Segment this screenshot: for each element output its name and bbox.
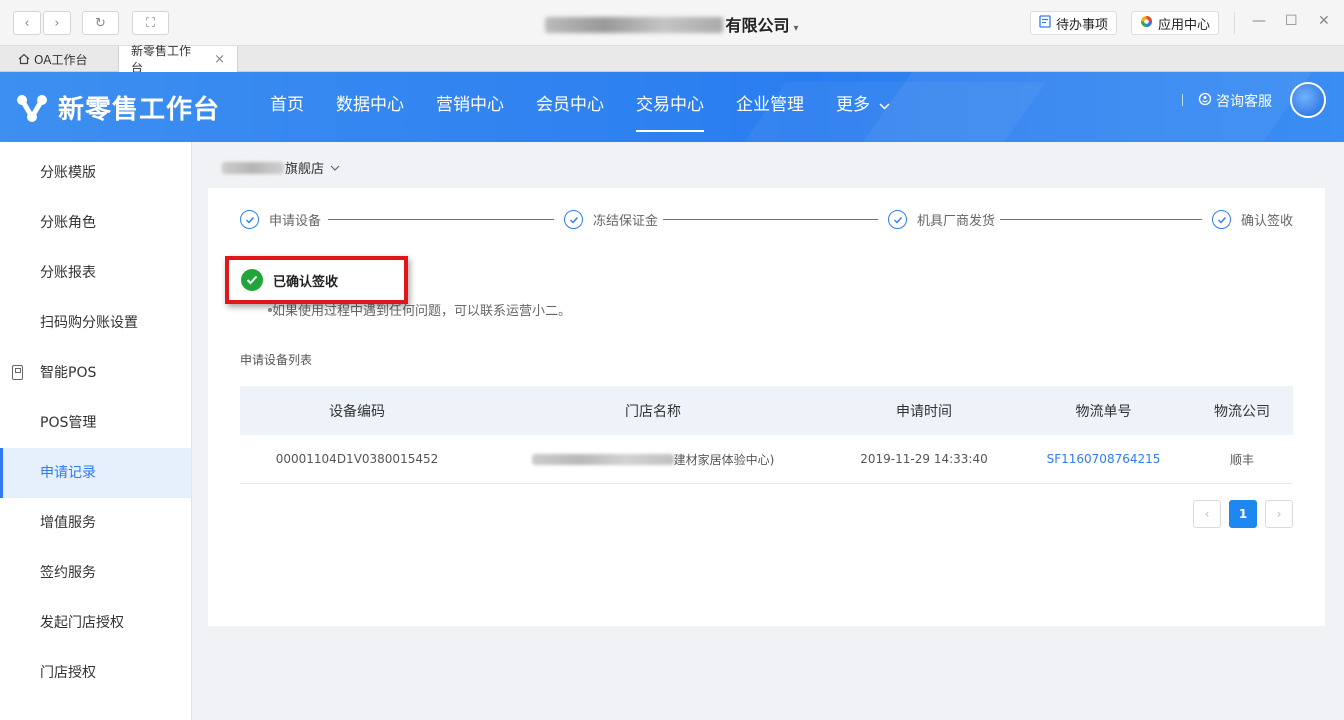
todo-icon: [1039, 14, 1051, 32]
sidebar-item-value-added[interactable]: 增值服务: [0, 498, 191, 548]
step-connector: [1000, 219, 1202, 220]
status-confirmed-highlight: 已确认签收: [225, 256, 408, 304]
company-name-redacted: [545, 17, 724, 33]
cell-apply-time: 2019-11-29 14:33:40: [860, 452, 988, 466]
step-freeze-deposit: 冻结保证金: [564, 210, 658, 229]
help-tip-text: 如果使用过程中遇到任何问题，可以联系运营小二。: [272, 304, 572, 319]
prev-page-button[interactable]: ‹: [1193, 500, 1221, 528]
tab-oa-workbench[interactable]: OA工作台: [6, 46, 99, 72]
cell-carrier: 顺丰: [1229, 452, 1254, 467]
chevron-down-icon: [879, 99, 890, 113]
sidebar-item-store-auth[interactable]: 门店授权: [0, 648, 191, 698]
column-header-tracking-no: 物流单号: [1075, 403, 1132, 420]
app-logo[interactable]: 新零售工作台: [16, 89, 220, 126]
column-header-device-code: 设备编码: [329, 403, 385, 420]
headset-icon: [1198, 92, 1212, 110]
cell-device-code: 00001104D1V0380015452: [275, 452, 439, 466]
next-page-button[interactable]: ›: [1265, 500, 1293, 528]
nav-data-center[interactable]: 数据中心: [336, 72, 404, 142]
tab-bar: OA工作台 新零售工作台 ×: [0, 44, 1344, 75]
sidebar-item-split-report[interactable]: 分账报表: [0, 248, 191, 298]
tracking-number-link[interactable]: SF1160708764215: [1016, 452, 1191, 466]
minimize-button[interactable]: —: [1252, 13, 1266, 29]
close-window-button[interactable]: ✕: [1318, 13, 1330, 29]
store-name-suffix: 旗舰店: [285, 162, 325, 177]
step-label: 机具厂商发货: [917, 214, 996, 229]
main-nav: 首页 数据中心 营销中心 会员中心 交易中心 企业管理 更多: [270, 72, 922, 142]
sidebar: 分账模版 分账角色 分账报表 扫码购分账设置 智能POS POS管理 申请记录 …: [0, 142, 192, 720]
sidebar-group-smart-pos[interactable]: 智能POS: [0, 348, 191, 398]
nav-more-label: 更多: [836, 95, 870, 115]
app-center-button[interactable]: 应用中心: [1131, 11, 1220, 35]
app-center-icon: [1140, 15, 1153, 32]
nav-enterprise-management[interactable]: 企业管理: [736, 72, 804, 142]
caret-down-icon: ▾: [793, 23, 799, 34]
customer-service-label: 咨询客服: [1216, 94, 1272, 110]
store-name-text: 建材家居体验中心): [673, 452, 775, 467]
sidebar-item-apply-records[interactable]: 申请记录: [0, 448, 191, 498]
column-header-carrier: 物流公司: [1214, 403, 1270, 420]
sidebar-item-split-role[interactable]: 分账角色: [0, 198, 191, 248]
app-center-label: 应用中心: [1158, 17, 1211, 33]
nav-member-center[interactable]: 会员中心: [536, 72, 604, 142]
nav-home[interactable]: 首页: [270, 72, 304, 142]
home-icon: [18, 53, 30, 65]
step-confirm-receipt: 确认签收: [1212, 210, 1293, 229]
store-selector[interactable]: 旗舰店: [222, 158, 340, 177]
page-1-button[interactable]: 1: [1229, 500, 1257, 528]
nav-more[interactable]: 更多: [836, 72, 890, 142]
sidebar-item-contract-service[interactable]: 签约服务: [0, 548, 191, 598]
customer-service-button[interactable]: 咨询客服: [1198, 91, 1272, 111]
sidebar-item-scan-split-settings[interactable]: 扫码购分账设置: [0, 298, 191, 348]
window-titlebar: ‹ › ↻ ⛶ 有限公司 ▾ 待办事项 应用中心 — ☐ ✕: [0, 0, 1344, 46]
bullet-icon: [268, 308, 272, 312]
app-header: 新零售工作台 首页 数据中心 营销中心 会员中心 交易中心 企业管理 更多: [0, 72, 1344, 142]
check-icon: [564, 210, 583, 229]
check-icon: [240, 210, 259, 229]
cell-store-name: 建材家居体验中心): [474, 451, 832, 468]
success-check-icon: [241, 269, 263, 291]
step-label: 申请设备: [269, 214, 322, 229]
sidebar-item-initiate-store-auth[interactable]: 发起门店授权: [0, 598, 191, 648]
nav-trade-center[interactable]: 交易中心: [636, 72, 704, 142]
todo-button[interactable]: 待办事项: [1030, 11, 1118, 35]
nav-marketing-center[interactable]: 营销中心: [436, 72, 504, 142]
sidebar-item-split-template[interactable]: 分账模版: [0, 148, 191, 198]
tab-label: 新零售工作台: [131, 44, 192, 75]
step-apply-device: 申请设备: [240, 210, 321, 229]
column-header-apply-time: 申请时间: [896, 403, 952, 420]
column-header-store-name: 门店名称: [625, 403, 681, 420]
close-tab-icon[interactable]: ×: [214, 52, 225, 67]
step-connector: [328, 219, 554, 220]
logo-icon: [17, 94, 47, 122]
table-row: 00001104D1V0380015452 建材家居体验中心) 2019-11-…: [240, 435, 1293, 484]
todo-label: 待办事项: [1056, 17, 1109, 33]
store-name-redacted: [531, 453, 674, 465]
sidebar-group-label: 智能POS: [40, 365, 97, 381]
check-icon: [1212, 210, 1231, 229]
table-header: 设备编码 门店名称 申请时间 物流单号 物流公司: [240, 386, 1293, 435]
logo-text: 新零售工作台: [58, 95, 221, 125]
user-avatar[interactable]: [1290, 82, 1326, 118]
step-connector: [663, 219, 878, 220]
maximize-button[interactable]: ☐: [1285, 13, 1298, 29]
check-icon: [888, 210, 907, 229]
status-text: 已确认签收: [273, 274, 339, 290]
step-vendor-shipping: 机具厂商发货: [888, 210, 995, 229]
chevron-down-icon: [330, 161, 340, 174]
pos-device-icon: [12, 365, 23, 380]
store-name-redacted: [222, 161, 284, 174]
tab-new-retail-workbench[interactable]: 新零售工作台 ×: [118, 44, 238, 75]
sidebar-item-pos-management[interactable]: POS管理: [0, 398, 191, 448]
device-list-title: 申请设备列表: [240, 353, 313, 367]
company-name-suffix: 有限公司: [725, 16, 790, 35]
titlebar-divider: [1234, 12, 1235, 34]
step-label: 冻结保证金: [593, 214, 659, 229]
tab-label: OA工作台: [34, 52, 88, 67]
header-divider: [1182, 94, 1183, 106]
step-label: 确认签收: [1241, 214, 1294, 229]
